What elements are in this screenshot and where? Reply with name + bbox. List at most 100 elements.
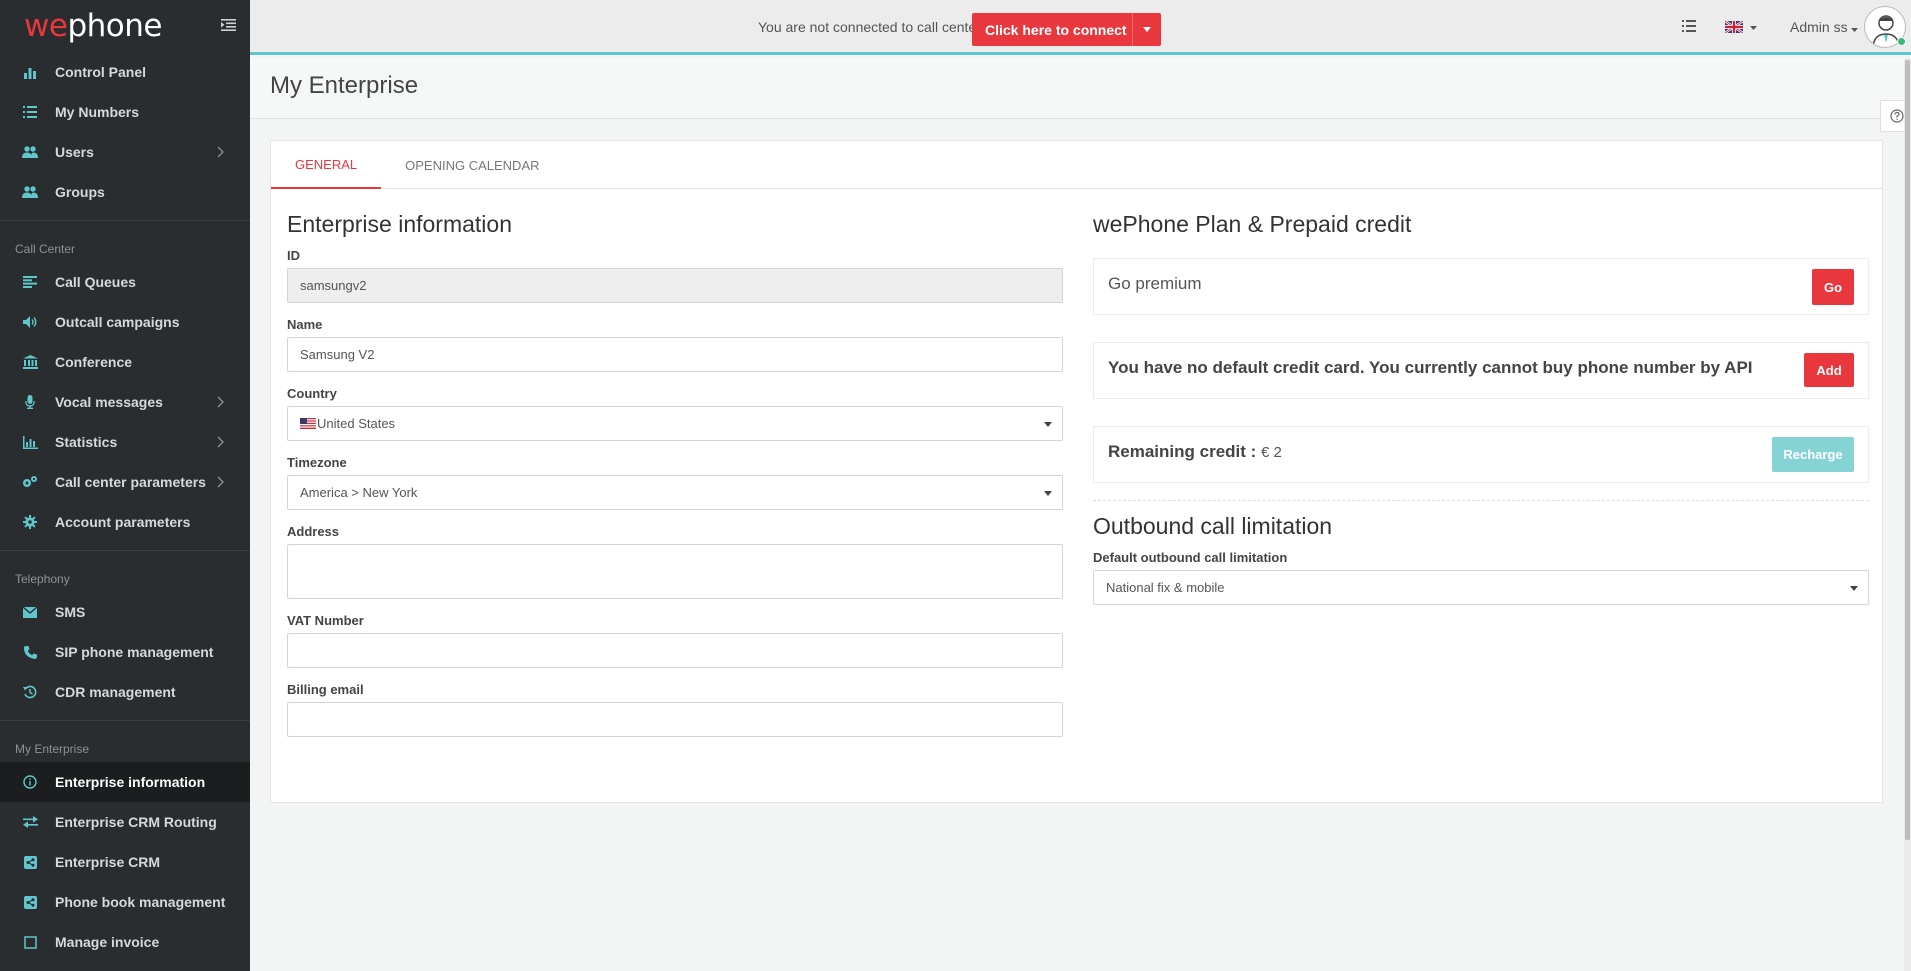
info-circle-icon	[22, 774, 38, 790]
sidebar-item-label: Phone book management	[55, 894, 226, 910]
chevron-down-icon	[1850, 586, 1858, 591]
align-left-icon	[22, 274, 38, 290]
section-title-call-center: Call Center	[0, 220, 250, 262]
chevron-down-icon[interactable]	[1750, 26, 1757, 30]
address-textarea[interactable]	[287, 544, 1063, 599]
bank-icon	[22, 354, 38, 370]
tab-general[interactable]: GENERAL	[271, 141, 382, 189]
user-menu[interactable]: Admin ss	[1790, 19, 1859, 35]
sidebar-item-sip-phone-management[interactable]: SIP phone management	[0, 632, 250, 672]
outbound-limit-value: National fix & mobile	[1106, 580, 1225, 595]
sidebar-item-cdr-management[interactable]: CDR management	[0, 672, 250, 712]
connect-call-center-button[interactable]: Click here to connect	[972, 13, 1161, 46]
remaining-credit-label: Remaining credit :	[1108, 442, 1257, 461]
share-square-icon	[22, 894, 38, 910]
id-label: ID	[287, 248, 300, 263]
sidebar-item-control-panel[interactable]: Control Panel	[0, 52, 250, 92]
sidebar-item-my-numbers[interactable]: My Numbers	[0, 92, 250, 132]
sidebar-item-enterprise-information[interactable]: Enterprise information	[0, 762, 250, 802]
online-status-dot	[1897, 37, 1906, 46]
sidebar-item-sms[interactable]: SMS	[0, 592, 250, 632]
sidebar-item-manage-invoice[interactable]: Manage invoice	[0, 922, 250, 962]
enterprise-info-heading: Enterprise information	[287, 211, 512, 237]
sidebar-item-label: Manage invoice	[55, 934, 160, 950]
wephone-logo[interactable]: wephone	[24, 8, 162, 44]
premium-box: Go premium Go	[1093, 258, 1869, 315]
sidebar-item-label: Call Queues	[55, 274, 136, 290]
country-select[interactable]: United States	[287, 406, 1063, 441]
vat-field[interactable]	[287, 633, 1063, 668]
list-icon	[22, 104, 38, 120]
country-value: United States	[317, 416, 396, 431]
envelope-icon	[22, 604, 38, 620]
group-icon	[22, 184, 38, 200]
sidebar-item-users[interactable]: Users	[0, 132, 250, 172]
tab-opening-calendar[interactable]: OPENING CALENDAR	[381, 141, 563, 189]
sidebar-item-call-center-parameters[interactable]: Call center parameters	[0, 462, 250, 502]
name-value: Samsung V2	[300, 347, 375, 362]
sidebar-item-statistics[interactable]: Statistics	[0, 422, 250, 462]
sidebar-item-label: Enterprise CRM Routing	[55, 814, 217, 830]
connection-status-text: You are not connected to call center	[758, 19, 981, 35]
remaining-credit-value: € 2	[1261, 444, 1282, 461]
sidebar-item-label: CDR management	[55, 684, 176, 700]
uk-flag-icon[interactable]	[1725, 21, 1743, 33]
chevron-down-icon	[1044, 422, 1052, 427]
sidebar-item-label: Call center parameters	[55, 474, 206, 490]
sidebar-item-vocal-messages[interactable]: Vocal messages	[0, 382, 250, 422]
outbound-limit-select[interactable]: National fix & mobile	[1093, 570, 1869, 605]
id-field: samsungv2	[287, 268, 1063, 303]
sidebar-item-conference[interactable]: Conference	[0, 342, 250, 382]
billing-email-label: Billing email	[287, 682, 364, 697]
timezone-label: Timezone	[287, 455, 347, 470]
sidebar-item-enterprise-crm-routing[interactable]: Enterprise CRM Routing	[0, 802, 250, 842]
sidebar-item-phone-book-management[interactable]: Phone book management	[0, 882, 250, 922]
sidebar-item-label: SIP phone management	[55, 644, 214, 660]
sidebar-item-label: Enterprise CRM	[55, 854, 161, 870]
sidebar: wephone Control Panel My Numbers Users G…	[0, 0, 250, 971]
sidebar-item-label: SMS	[55, 604, 86, 620]
connect-button-label: Click here to connect	[985, 21, 1127, 38]
gear-icon	[22, 514, 38, 530]
plan-column: wePhone Plan & Prepaid credit Go premium…	[1093, 211, 1869, 619]
sidebar-item-enterprise-crm[interactable]: Enterprise CRM	[0, 842, 250, 882]
sidebar-item-label: Vocal messages	[55, 394, 163, 410]
divider	[1093, 500, 1869, 501]
name-field[interactable]: Samsung V2	[287, 337, 1063, 372]
share-square-icon	[22, 854, 38, 870]
go-premium-button[interactable]: Go	[1812, 269, 1854, 305]
section-title-telephony: Telephony	[0, 550, 250, 592]
outbound-limit-label: Default outbound call limitation	[1093, 550, 1288, 565]
sidebar-item-label: Users	[55, 144, 94, 160]
chevron-right-icon	[217, 396, 224, 408]
address-label: Address	[287, 524, 340, 539]
sidebar-item-call-queues[interactable]: Call Queues	[0, 262, 250, 302]
billing-email-field[interactable]	[287, 702, 1063, 737]
sidebar-item-outcall-campaigns[interactable]: Outcall campaigns	[0, 302, 250, 342]
area-chart-icon	[22, 434, 38, 450]
chevron-down-icon	[1044, 491, 1052, 496]
go-premium-text: Go premium	[1108, 274, 1202, 293]
sidebar-item-label: Statistics	[55, 434, 118, 450]
chevron-right-icon	[217, 436, 224, 448]
country-label: Country	[287, 386, 337, 401]
list-icon[interactable]	[1682, 20, 1696, 32]
us-flag-icon	[300, 418, 316, 429]
scrollbar-thumb[interactable]	[1905, 60, 1910, 840]
volume-icon	[22, 314, 38, 330]
add-credit-card-button[interactable]: Add	[1804, 353, 1854, 387]
chevron-down-icon[interactable]	[1132, 13, 1161, 46]
sidebar-item-label: Groups	[55, 184, 105, 200]
sidebar-item-account-parameters[interactable]: Account parameters	[0, 502, 250, 542]
logo-bar: wephone	[0, 0, 250, 52]
timezone-select[interactable]: America > New York	[287, 475, 1063, 510]
sidebar-item-groups[interactable]: Groups	[0, 172, 250, 212]
collapse-sidebar-icon[interactable]	[221, 19, 236, 31]
sidebar-item-label: Conference	[55, 354, 133, 370]
enterprise-card: GENERAL OPENING CALENDAR Enterprise info…	[270, 140, 1883, 803]
chevron-right-icon	[217, 146, 224, 158]
page-title: My Enterprise	[270, 72, 419, 99]
gears-icon	[22, 474, 38, 490]
recharge-button[interactable]: Recharge	[1772, 437, 1854, 472]
name-label: Name	[287, 317, 323, 332]
